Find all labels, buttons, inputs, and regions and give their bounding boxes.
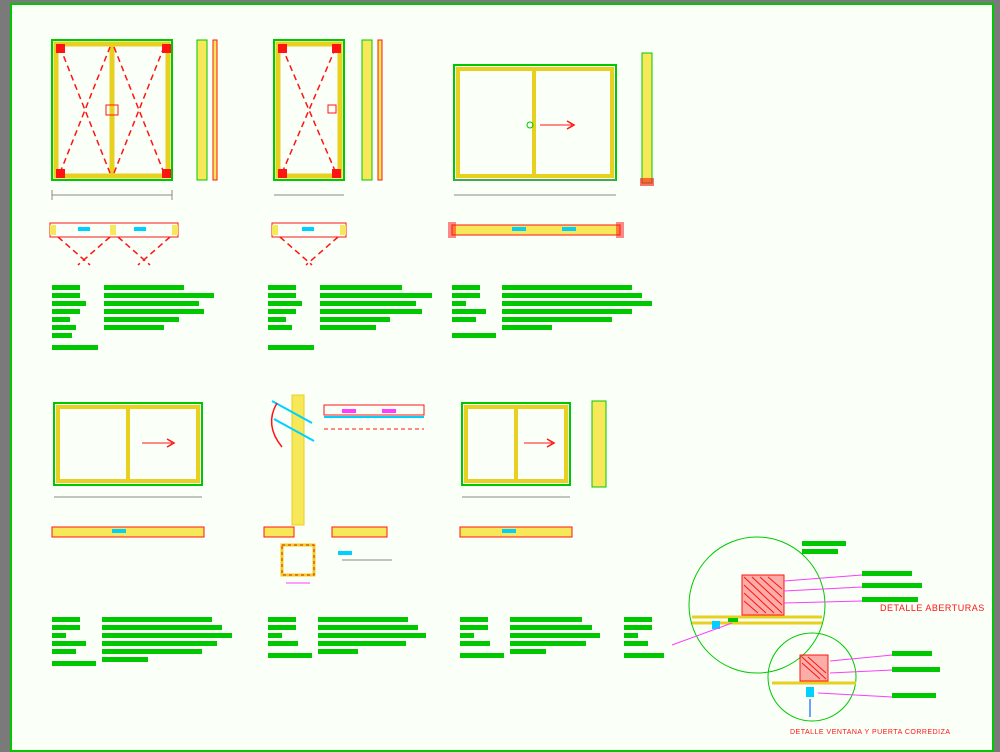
detail-circle-large — [672, 537, 862, 673]
cad-viewport: DETALLE ABERTURAS DETALLE VENTANA Y PUER… — [0, 0, 1000, 751]
door-double-plan — [50, 223, 178, 265]
door-single-elevation — [274, 40, 382, 195]
door-single-plan — [272, 223, 346, 265]
window-sliding-elevation — [54, 403, 202, 497]
door-sliding-elevation — [454, 53, 654, 195]
drawing-canvas — [12, 5, 992, 750]
window-small-plan — [460, 527, 572, 537]
window-small-elevation — [462, 401, 606, 497]
window-section-plan — [264, 527, 387, 537]
detail-circle-small — [768, 633, 892, 721]
sheet-title: DETALLE ABERTURAS — [880, 603, 985, 613]
drawing-sheet: DETALLE ABERTURAS DETALLE VENTANA Y PUER… — [10, 3, 994, 752]
door-double-elevation — [52, 40, 217, 200]
door-sliding-plan — [448, 222, 624, 238]
sheet-subtitle: DETALLE VENTANA Y PUERTA CORREDIZA — [790, 729, 951, 736]
window-section-vertical — [272, 395, 424, 583]
window-sliding-plan — [52, 527, 204, 537]
